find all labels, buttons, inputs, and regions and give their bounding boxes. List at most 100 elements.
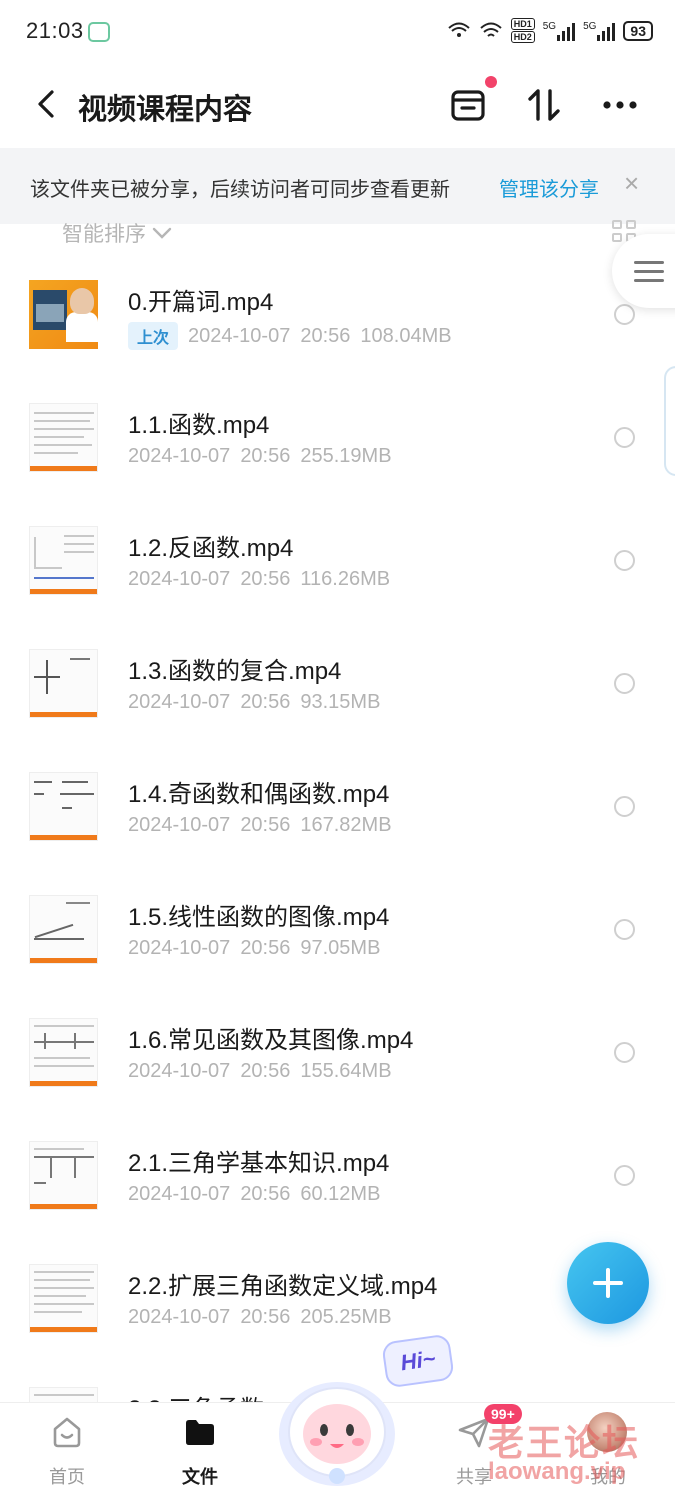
status-bar: 21:03 HD1 HD2 5G 5G 93	[0, 0, 675, 62]
select-checkbox[interactable]	[614, 1165, 635, 1186]
sort-selector[interactable]: 智能排序	[62, 218, 172, 248]
video-thumbnail	[29, 1264, 98, 1333]
select-checkbox[interactable]	[614, 1042, 635, 1063]
file-time: 20:56	[240, 691, 291, 713]
file-time: 20:56	[240, 1306, 291, 1328]
file-meta: 2024-10-07 20:56 93.15MB	[128, 691, 380, 714]
chevron-down-icon	[152, 227, 172, 239]
file-meta: 2024-10-07 20:56 97.05MB	[128, 937, 380, 960]
status-indicators: HD1 HD2 5G 5G 93	[447, 18, 653, 43]
file-name: 1.1.函数.mp4	[128, 412, 270, 439]
select-checkbox[interactable]	[614, 550, 635, 571]
file-row[interactable]: 1.2.反函数.mp4 2024-10-07 20:56 116.26MB	[0, 498, 675, 621]
file-time: 20:56	[240, 937, 291, 959]
more-button[interactable]	[597, 82, 643, 128]
wifi-icon	[480, 22, 502, 37]
plus-icon	[593, 1268, 623, 1298]
file-date: 2024-10-07	[128, 1183, 231, 1205]
archive-button[interactable]	[445, 76, 497, 128]
file-size: 155.64MB	[300, 1060, 392, 1082]
share-banner-text: 该文件夹已被分享，后续访问者可同步查看更新	[30, 179, 450, 201]
nav-files[interactable]: 文件	[150, 1403, 250, 1500]
select-checkbox[interactable]	[614, 796, 635, 817]
file-meta: 2024-10-07 20:56 255.19MB	[128, 445, 392, 468]
video-thumbnail	[29, 403, 98, 472]
assistant-mascot[interactable]	[272, 1372, 402, 1490]
battery-indicator: 93	[623, 20, 653, 41]
nav-home-label: 首页	[49, 1467, 85, 1487]
hd2-badge: HD2	[510, 31, 535, 43]
video-thumbnail	[29, 772, 98, 841]
notification-dot	[485, 76, 497, 88]
select-checkbox[interactable]	[614, 427, 635, 448]
file-name: 1.5.线性函数的图像.mp4	[128, 904, 390, 931]
nav-files-label: 文件	[182, 1467, 218, 1487]
file-meta: 上次 2024-10-07 20:56 108.04MB	[128, 322, 452, 350]
file-size: 60.12MB	[300, 1183, 381, 1205]
sort-button[interactable]	[521, 82, 567, 128]
video-thumbnail	[29, 1141, 98, 1210]
sim1-label: 5G	[542, 20, 557, 32]
select-checkbox[interactable]	[614, 673, 635, 694]
file-name: 1.3.函数的复合.mp4	[128, 658, 342, 685]
file-row[interactable]: 1.1.函数.mp4 2024-10-07 20:56 255.19MB	[0, 375, 675, 498]
last-played-tag: 上次	[128, 322, 179, 350]
top-header: 视频课程内容	[0, 62, 675, 148]
file-time: 20:56	[240, 1060, 291, 1082]
back-button[interactable]	[28, 84, 64, 124]
signal-icon	[557, 21, 576, 41]
file-size: 93.15MB	[300, 691, 381, 713]
file-meta: 2024-10-07 20:56 205.25MB	[128, 1306, 392, 1329]
file-meta: 2024-10-07 20:56 167.82MB	[128, 814, 392, 837]
sim2-label: 5G	[583, 20, 597, 32]
chevron-left-icon	[38, 90, 54, 118]
file-size: 97.05MB	[300, 937, 381, 959]
file-date: 2024-10-07	[188, 324, 291, 347]
manage-share-link[interactable]: 管理该分享	[499, 173, 599, 202]
file-name: 2.1.三角学基本知识.mp4	[128, 1150, 390, 1177]
file-meta: 2024-10-07 20:56 60.12MB	[128, 1183, 380, 1206]
file-date: 2024-10-07	[128, 937, 231, 959]
file-size: 167.82MB	[300, 814, 392, 836]
file-row[interactable]: 0.开篇词.mp4 上次 2024-10-07 20:56 108.04MB	[0, 252, 675, 375]
file-date: 2024-10-07	[128, 1060, 231, 1082]
file-row[interactable]: 1.6.常见函数及其图像.mp4 2024-10-07 20:56 155.64…	[0, 990, 675, 1113]
file-date: 2024-10-07	[128, 691, 231, 713]
file-name: 2.2.扩展三角函数定义域.mp4	[128, 1273, 438, 1300]
select-checkbox[interactable]	[614, 304, 635, 325]
file-date: 2024-10-07	[128, 1306, 231, 1328]
select-checkbox[interactable]	[614, 919, 635, 940]
file-date: 2024-10-07	[128, 814, 231, 836]
file-size: 116.26MB	[300, 568, 391, 590]
hd1-badge: HD1	[510, 18, 535, 30]
file-date: 2024-10-07	[128, 568, 231, 590]
file-name: 1.6.常见函数及其图像.mp4	[128, 1027, 414, 1054]
watermark-url: laowang.vip	[488, 1458, 626, 1485]
file-size: 255.19MB	[300, 445, 392, 467]
file-meta: 2024-10-07 20:56 155.64MB	[128, 1060, 392, 1083]
file-size: 205.25MB	[300, 1306, 392, 1328]
mascot-speech-bubble: Hi~	[381, 1333, 455, 1389]
add-button[interactable]	[567, 1242, 649, 1324]
file-meta: 2024-10-07 20:56 116.26MB	[128, 568, 390, 591]
file-row[interactable]: 2.1.三角学基本知识.mp4 2024-10-07 20:56 60.12MB	[0, 1113, 675, 1236]
side-drawer-handle[interactable]	[664, 366, 675, 476]
file-time: 20:56	[240, 1183, 291, 1205]
file-row[interactable]: 1.3.函数的复合.mp4 2024-10-07 20:56 93.15MB	[0, 621, 675, 744]
file-row[interactable]: 1.5.线性函数的图像.mp4 2024-10-07 20:56 97.05MB	[0, 867, 675, 990]
close-icon[interactable]: ×	[624, 170, 639, 196]
nav-home[interactable]: 首页	[17, 1403, 117, 1500]
file-row[interactable]: 1.4.奇函数和偶函数.mp4 2024-10-07 20:56 167.82M…	[0, 744, 675, 867]
file-time: 20:56	[300, 324, 351, 347]
sort-arrows-icon	[528, 89, 560, 121]
signal-icon	[597, 21, 616, 41]
share-banner: 该文件夹已被分享，后续访问者可同步查看更新 管理该分享 ×	[0, 148, 675, 224]
page-title: 视频课程内容	[78, 94, 253, 126]
hd-badges: HD1 HD2	[510, 18, 535, 43]
file-name: 0.开篇词.mp4	[128, 289, 274, 316]
file-date: 2024-10-07	[128, 445, 231, 467]
file-time: 20:56	[240, 568, 291, 590]
sim1-signal: 5G	[542, 20, 576, 41]
file-time: 20:56	[240, 814, 291, 836]
file-size: 108.04MB	[360, 324, 452, 347]
